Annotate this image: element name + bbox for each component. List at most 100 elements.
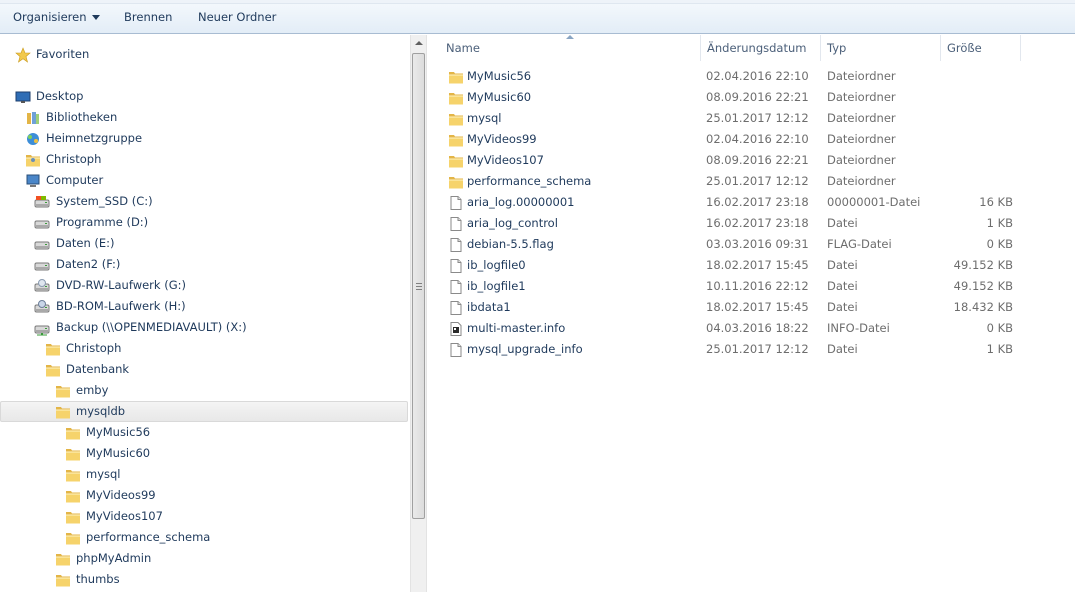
list-item[interactable]: aria_log_control 16.02.2017 23:18 Datei 1 K… [428,213,1028,234]
drive-icon [34,215,50,231]
nav-item-folder[interactable]: Christoph [0,338,408,359]
nav-item-folder[interactable]: MyMusic60 [0,443,408,464]
nav-item-drive-c[interactable]: System_SSD (C:) [0,191,408,212]
list-item[interactable]: aria_log.00000001 16.02.2017 23:18 0000000… [428,192,1028,213]
modified-date: 16.02.2017 23:18 [706,195,809,209]
column-date[interactable]: Änderungsdatum [701,35,821,61]
file-name: MyMusic60 [467,90,532,104]
nav-label: MyMusic56 [86,425,151,439]
file-name: ib_logfile1 [467,279,526,293]
nav-item-computer[interactable]: Computer [0,170,408,191]
scrollbar-thumb[interactable] [412,53,425,519]
file-name: mysql [467,111,502,125]
nav-item-folder[interactable]: MyVideos99 [0,485,408,506]
list-item[interactable]: MyMusic60 08.09.2016 22:21 Dateiordner [428,87,1028,108]
nav-scrollbar[interactable] [410,35,427,592]
nav-item-favorites[interactable]: Favoriten [0,44,408,65]
folder-icon [448,174,464,190]
folder-icon [448,132,464,148]
modified-date: 25.01.2017 12:12 [706,342,809,356]
list-item[interactable]: MyMusic56 02.04.2016 22:10 Dateiordner [428,66,1028,87]
folder-icon [65,425,81,441]
list-item[interactable]: MyVideos99 02.04.2016 22:10 Dateiordner [428,129,1028,150]
list-item[interactable]: ibdata1 18.02.2017 15:45 Datei 18.432 KB [428,297,1028,318]
file-icon [448,216,464,232]
scroll-up-icon[interactable] [415,41,423,45]
nav-item-folder[interactable]: mysql [0,464,408,485]
file-icon [448,279,464,295]
column-type[interactable]: Typ [821,35,941,61]
info-file-icon [448,321,464,337]
list-item[interactable]: debian-5.5.flag 03.03.2016 09:31 FLAG-Date… [428,234,1028,255]
list-item[interactable]: multi-master.info 04.03.2016 18:22 INFO-Da… [428,318,1028,339]
nav-item-drive-x[interactable]: Backup (\\OPENMEDIAVAULT) (X:) [0,317,408,338]
nav-item-folder[interactable]: phpMyAdmin [0,548,408,569]
file-name: ibdata1 [467,300,511,314]
computer-icon [26,174,40,187]
file-name: MyVideos99 [467,132,537,146]
nav-item-drive-e[interactable]: Daten (E:) [0,233,408,254]
nav-item-drive-d[interactable]: Programme (D:) [0,212,408,233]
burn-button[interactable]: Brennen [118,7,178,27]
grip-icon [416,283,422,290]
nav-item-folder[interactable]: performance_schema [0,527,408,548]
list-item[interactable]: ib_logfile0 18.02.2017 15:45 Datei 49.152 K… [428,255,1028,276]
file-size: 49.152 KB [953,279,1013,293]
list-item[interactable]: ib_logfile1 10.11.2016 22:12 Datei 49.152 K… [428,276,1028,297]
nav-label: Desktop [36,89,84,103]
list-item[interactable]: MyVideos107 08.09.2016 22:21 Dateiordner [428,150,1028,171]
folder-icon [55,551,71,567]
file-name: MyMusic56 [467,69,532,83]
nav-label: Daten (E:) [56,236,115,250]
nav-item-drive-f[interactable]: Daten2 (F:) [0,254,408,275]
list-item[interactable]: mysql_upgrade_info 25.01.2017 12:12 Datei 1… [428,339,1028,360]
column-size[interactable]: Größe [941,35,1021,61]
nav-label: BD-ROM-Laufwerk (H:) [56,299,186,313]
new-folder-button[interactable]: Neuer Ordner [192,7,282,27]
folder-icon [65,467,81,483]
file-icon [448,237,464,253]
file-list: Name Änderungsdatum Typ Größe MyMusic56 0… [428,35,1075,592]
nav-item-folder[interactable]: thumbs [0,569,408,590]
nav-label: Favoriten [36,47,90,61]
nav-item-drive-h[interactable]: BD-ROM-Laufwerk (H:) [0,296,408,317]
nav-label: MyMusic60 [86,446,151,460]
file-name: ib_logfile0 [467,258,526,272]
nav-item-drive-g[interactable]: DVD-RW-Laufwerk (G:) [0,275,408,296]
list-item[interactable]: mysql 25.01.2017 12:12 Dateiordner [428,108,1028,129]
nav-item-folder[interactable]: Datenbank [0,359,408,380]
nav-label: phpMyAdmin [76,551,152,565]
file-type: Datei [827,342,858,356]
nav-label: Daten2 (F:) [56,257,121,271]
network-drive-icon [34,320,50,336]
sort-ascending-icon [566,35,574,39]
nav-label: Programme (D:) [56,215,149,229]
nav-item-folder-selected[interactable]: mysqldb [0,401,408,422]
organize-button[interactable]: Organisieren [7,7,106,27]
user-folder-icon [25,152,41,168]
nav-item-folder[interactable]: emby [0,380,408,401]
file-size: 0 KB [986,321,1013,335]
star-icon [15,47,31,63]
nav-item-user[interactable]: Christoph [0,149,408,170]
nav-item-homegroup[interactable]: Heimnetzgruppe [0,128,408,149]
file-type: Dateiordner [827,174,896,188]
folder-icon [448,90,464,106]
file-icon [448,300,464,316]
command-bar: Organisieren Brennen Neuer Ordner [0,0,1075,34]
drive-icon [34,257,50,273]
nav-item-folder[interactable]: MyMusic56 [0,422,408,443]
nav-item-libraries[interactable]: Bibliotheken [0,107,408,128]
file-type: INFO-Datei [827,321,890,335]
bd-drive-icon [34,300,50,315]
modified-date: 02.04.2016 22:10 [706,132,809,146]
modified-date: 04.03.2016 18:22 [706,321,809,335]
modified-date: 02.04.2016 22:10 [706,69,809,83]
nav-label: MyVideos107 [86,509,163,523]
column-header: Name Änderungsdatum Typ Größe [428,35,1075,61]
nav-label: Christoph [66,341,122,355]
system-drive-icon [34,196,50,210]
list-item[interactable]: performance_schema 25.01.2017 12:12 Dateio… [428,171,1028,192]
nav-item-desktop[interactable]: Desktop [0,86,408,107]
nav-item-folder[interactable]: MyVideos107 [0,506,408,527]
